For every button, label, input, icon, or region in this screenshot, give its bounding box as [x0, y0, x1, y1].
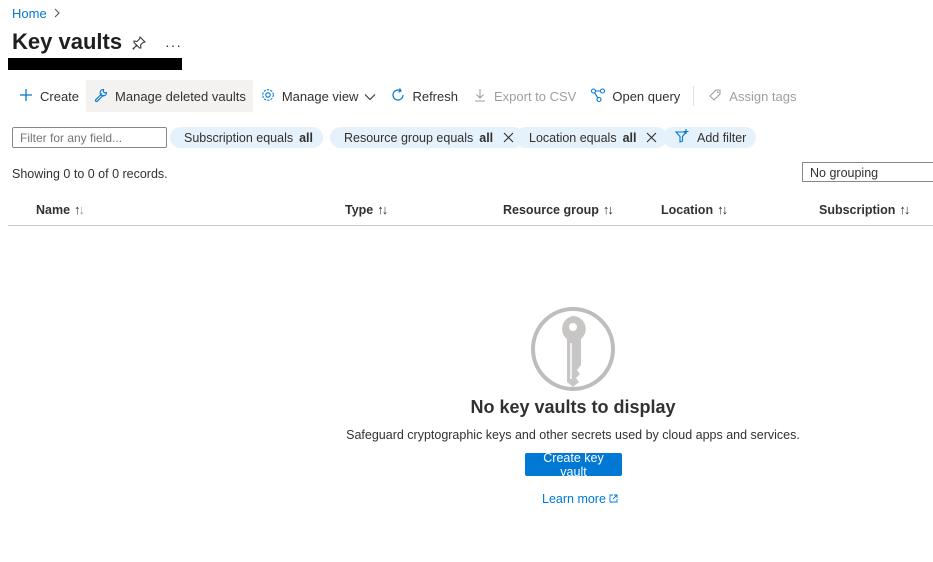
manage-view-label: Manage view — [281, 88, 359, 104]
learn-more-label: Learn more — [542, 492, 606, 506]
manage-deleted-vaults-button[interactable]: Manage deleted vaults — [86, 80, 253, 112]
download-icon — [472, 87, 488, 106]
title-actions: ··· — [131, 35, 182, 54]
breadcrumb-chevron-icon — [53, 7, 61, 21]
create-label: Create — [40, 88, 80, 104]
sort-icon: ↑↓ — [899, 202, 910, 217]
redacted-subtitle — [8, 58, 182, 70]
key-icon — [530, 307, 616, 391]
column-header-resource-group[interactable]: Resource group ↑↓ — [503, 202, 614, 217]
add-filter-label: Add filter — [697, 130, 747, 145]
query-icon — [590, 87, 606, 106]
close-icon[interactable] — [646, 130, 657, 146]
filter-add-icon — [673, 128, 691, 147]
column-subscription-label: Subscription — [819, 202, 896, 217]
location-filter-label: Location equals — [529, 130, 617, 145]
tag-icon — [707, 87, 723, 106]
manage-view-button[interactable]: Manage view — [253, 80, 384, 112]
more-options-button[interactable]: ··· — [165, 37, 182, 53]
toolbar-divider — [693, 86, 695, 106]
breadcrumb-home-link[interactable]: Home — [12, 6, 47, 21]
subscription-filter-pill[interactable]: Subscription equals all — [170, 127, 324, 148]
column-header-location[interactable]: Location ↑↓ — [661, 202, 728, 217]
gear-icon — [260, 87, 276, 106]
close-icon[interactable] — [503, 130, 514, 146]
pin-icon[interactable] — [131, 35, 147, 54]
open-query-label: Open query — [612, 88, 681, 104]
table-header-divider — [8, 225, 933, 226]
grouping-dropdown[interactable]: No grouping — [802, 162, 933, 182]
chevron-down-icon — [364, 89, 376, 104]
column-header-subscription[interactable]: Subscription ↑↓ — [819, 202, 910, 217]
sort-icon: ↑↓ — [717, 202, 728, 217]
resource-group-filter-pill[interactable]: Resource group equals all — [330, 127, 525, 148]
sort-icon: ↑↓ — [602, 202, 614, 217]
create-key-vault-button[interactable]: Create key vault — [525, 451, 622, 479]
wrench-icon — [93, 87, 109, 106]
empty-state-description: Safeguard cryptographic keys and other s… — [346, 428, 800, 442]
assign-tags-label: Assign tags — [729, 88, 797, 104]
sort-icon: ↑↓ — [74, 202, 85, 217]
column-header-type[interactable]: Type ↑↓ — [345, 202, 388, 217]
resource-group-filter-label: Resource group equals — [344, 130, 474, 145]
column-location-label: Location — [661, 202, 714, 217]
column-resource-group-label: Resource group — [503, 202, 599, 217]
location-filter-pill[interactable]: Location equals all — [515, 127, 668, 148]
refresh-label: Refresh — [412, 88, 458, 104]
subscription-filter-label: Subscription equals — [184, 130, 294, 145]
create-button[interactable]: Create — [12, 80, 86, 112]
refresh-button[interactable]: Refresh — [383, 80, 465, 112]
column-name-label: Name — [36, 202, 71, 217]
add-filter-button[interactable]: Add filter — [663, 127, 757, 148]
refresh-icon — [390, 87, 406, 106]
subscription-filter-value: all — [299, 130, 314, 145]
sort-icon: ↑↓ — [377, 202, 388, 217]
filter-input[interactable] — [12, 127, 167, 148]
empty-state-title: No key vaults to display — [470, 397, 676, 417]
breadcrumb: Home — [12, 6, 61, 21]
column-type-label: Type — [345, 202, 374, 217]
page-title: Key vaults — [12, 29, 123, 54]
command-bar: Create Manage deleted vaults Manage view… — [12, 80, 804, 112]
export-csv-label: Export to CSV — [493, 88, 577, 104]
resource-group-filter-value: all — [479, 130, 494, 145]
plus-icon — [18, 87, 34, 106]
location-filter-value: all — [622, 130, 637, 145]
column-header-name[interactable]: Name ↑↓ — [36, 202, 85, 217]
learn-more-link[interactable]: Learn more — [542, 492, 618, 506]
external-link-icon — [609, 492, 618, 506]
export-csv-button[interactable]: Export to CSV — [465, 80, 583, 112]
manage-deleted-label: Manage deleted vaults — [115, 88, 246, 104]
records-count: Showing 0 to 0 of 0 records. — [12, 167, 168, 181]
assign-tags-button[interactable]: Assign tags — [700, 80, 803, 112]
open-query-button[interactable]: Open query — [583, 80, 687, 112]
